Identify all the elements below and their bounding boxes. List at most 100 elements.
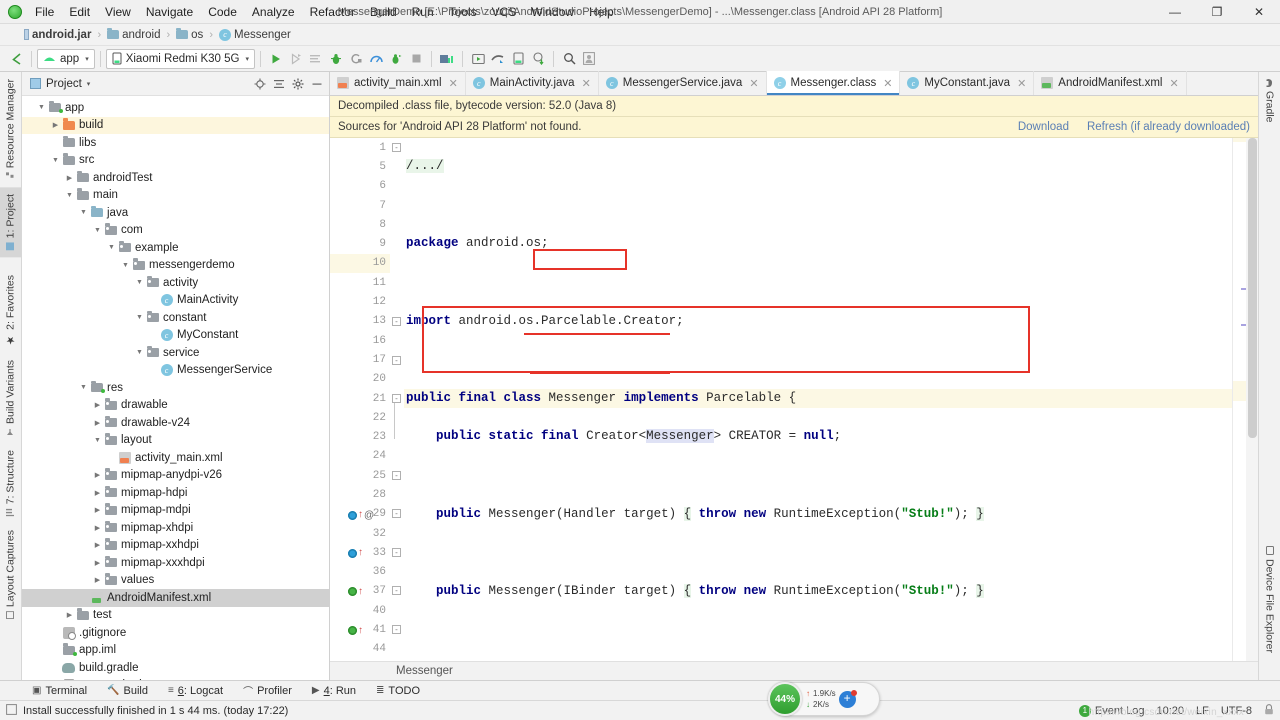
editor-tab-bar[interactable]: activity_main.xml ✕ c MainActivity.java ✕ c Me… bbox=[330, 71, 1258, 96]
sidebar-item-build-variants[interactable]: Build Variants bbox=[0, 353, 21, 443]
editor-tab-myconstant-java[interactable]: c MyConstant.java ✕ bbox=[900, 71, 1035, 95]
override-method-icon[interactable]: ↑ bbox=[358, 625, 363, 636]
apply-changes-icon[interactable] bbox=[286, 49, 306, 69]
fold-toggle[interactable]: - bbox=[392, 625, 401, 634]
menu-navigate[interactable]: Navigate bbox=[139, 2, 200, 22]
bottom-tool-profiler[interactable]: ⌒ Profiler bbox=[233, 683, 302, 699]
minimize-button[interactable]: — bbox=[1154, 0, 1196, 24]
refresh-sources-link[interactable]: Refresh (if already downloaded) bbox=[1087, 121, 1250, 133]
gutter-marker[interactable]: ↑ bbox=[348, 625, 363, 636]
tree-expand-arrow-icon[interactable]: ▼ bbox=[78, 209, 89, 216]
collapse-all-icon[interactable] bbox=[270, 75, 287, 92]
tree-item-service[interactable]: ▼ service bbox=[22, 344, 329, 362]
editor-scrollbar[interactable] bbox=[1246, 138, 1258, 661]
fold-toggle[interactable]: - bbox=[392, 548, 401, 557]
tree-item-messengerdemo[interactable]: ▼ messengerdemo bbox=[22, 257, 329, 275]
tree-item-app-iml[interactable]: app.iml bbox=[22, 642, 329, 660]
tree-expand-arrow-icon[interactable]: ▶ bbox=[92, 524, 103, 532]
fold-toggle[interactable]: - bbox=[392, 317, 401, 326]
bottom-tool-4-run[interactable]: ▶ 4: Run bbox=[302, 685, 366, 697]
project-panel-title[interactable]: Project ▾ bbox=[30, 78, 90, 90]
override-method-icon[interactable]: ↑ bbox=[358, 586, 363, 597]
tree-expand-arrow-icon[interactable]: ▶ bbox=[92, 401, 103, 409]
network-speed-widget[interactable]: 44% ↑ 1.9K/s ↓ 2K/s + bbox=[768, 682, 880, 716]
tree-item-androidmanifest-xml[interactable]: AndroidManifest.xml bbox=[22, 589, 329, 607]
device-manager-icon[interactable] bbox=[508, 49, 528, 69]
menu-help[interactable]: Help bbox=[582, 2, 621, 22]
add-widget-button[interactable]: + bbox=[838, 689, 857, 708]
editor-tab-activity-main-xml[interactable]: activity_main.xml ✕ bbox=[330, 71, 466, 95]
fold-toggle[interactable]: - bbox=[392, 586, 401, 595]
tree-expand-arrow-icon[interactable]: ▼ bbox=[92, 227, 103, 234]
menu-vcs[interactable]: VCS bbox=[485, 2, 524, 22]
tree-item-mainactivity[interactable]: c MainActivity bbox=[22, 292, 329, 310]
tree-expand-arrow-icon[interactable]: ▼ bbox=[78, 384, 89, 391]
run-with-coverage-icon[interactable] bbox=[386, 49, 406, 69]
tree-item-mipmap-xhdpi[interactable]: ▶ mipmap-xhdpi bbox=[22, 519, 329, 537]
tree-item-activity-main-xml[interactable]: activity_main.xml bbox=[22, 449, 329, 467]
fold-toggle[interactable]: - bbox=[392, 471, 401, 480]
encoding-indicator[interactable]: UTF-8 bbox=[1221, 705, 1252, 717]
tree-expand-arrow-icon[interactable]: ▶ bbox=[50, 121, 61, 129]
locate-icon[interactable] bbox=[251, 75, 268, 92]
menu-run[interactable]: Run bbox=[405, 2, 441, 22]
line-separator-indicator[interactable]: LF bbox=[1196, 705, 1209, 717]
fold-toggle[interactable]: - bbox=[392, 143, 401, 152]
tree-item-mipmap-xxhdpi[interactable]: ▶ mipmap-xxhdpi bbox=[22, 537, 329, 555]
sdk-update-icon[interactable] bbox=[528, 49, 548, 69]
tree-expand-arrow-icon[interactable]: ▶ bbox=[92, 471, 103, 479]
fold-toggle[interactable]: - bbox=[392, 509, 401, 518]
tree-expand-arrow-icon[interactable]: ▼ bbox=[50, 157, 61, 164]
menu-edit[interactable]: Edit bbox=[62, 2, 97, 22]
module-selector[interactable]: app ▾ bbox=[37, 48, 95, 69]
tree-item-src[interactable]: ▼ src bbox=[22, 152, 329, 170]
tree-expand-arrow-icon[interactable]: ▼ bbox=[106, 244, 117, 251]
profiler-icon[interactable] bbox=[366, 49, 386, 69]
tree-item-activity[interactable]: ▼ activity bbox=[22, 274, 329, 292]
breadcrumb-item-messenger[interactable]: c Messenger bbox=[217, 28, 293, 42]
breadcrumb-item-os[interactable]: os bbox=[174, 27, 205, 42]
breakpoint-icon[interactable] bbox=[348, 626, 357, 635]
fold-toggle[interactable]: - bbox=[392, 356, 401, 365]
fold-toggle[interactable]: - bbox=[392, 394, 401, 403]
user-icon[interactable] bbox=[579, 49, 599, 69]
apply-code-changes-icon[interactable] bbox=[306, 49, 326, 69]
tree-item--gitignore[interactable]: .gitignore bbox=[22, 624, 329, 642]
tree-expand-arrow-icon[interactable]: ▼ bbox=[134, 279, 145, 286]
breakpoint-icon[interactable] bbox=[348, 587, 357, 597]
tree-item-test[interactable]: ▶ test bbox=[22, 607, 329, 625]
event-log-button[interactable]: 1 Event Log bbox=[1078, 704, 1144, 717]
tree-item-constant[interactable]: ▼ constant bbox=[22, 309, 329, 327]
tree-item-mipmap-xxxhdpi[interactable]: ▶ mipmap-xxxhdpi bbox=[22, 554, 329, 572]
bottom-tool-6-logcat[interactable]: ≡ 6: Logcat bbox=[158, 685, 233, 697]
debug-icon[interactable] bbox=[326, 49, 346, 69]
close-tab-icon[interactable]: ✕ bbox=[1017, 77, 1026, 90]
sidebar-item-device-file-explorer[interactable]: Device File Explorer bbox=[1260, 539, 1280, 660]
close-tab-icon[interactable]: ✕ bbox=[883, 77, 892, 90]
menu-tools[interactable]: Tools bbox=[442, 2, 484, 22]
close-tab-icon[interactable]: ✕ bbox=[449, 77, 458, 90]
menu-refactor[interactable]: Refactor bbox=[303, 2, 362, 22]
code-folding-column[interactable]: - - - - - - - - - - bbox=[390, 138, 404, 661]
tree-expand-arrow-icon[interactable]: ▶ bbox=[92, 506, 103, 514]
sidebar-item-project[interactable]: 1: Project bbox=[0, 187, 21, 258]
tree-expand-arrow-icon[interactable]: ▶ bbox=[92, 489, 103, 497]
breakpoint-icon[interactable] bbox=[348, 510, 357, 520]
tree-expand-arrow-icon[interactable]: ▼ bbox=[36, 104, 47, 111]
tree-item-build[interactable]: ▶ build bbox=[22, 116, 329, 134]
tree-item-build-gradle[interactable]: build.gradle bbox=[22, 659, 329, 677]
tree-expand-arrow-icon[interactable]: ▶ bbox=[64, 611, 75, 619]
stop-icon[interactable] bbox=[406, 49, 426, 69]
code-text[interactable]: /.../ package android.os; import android… bbox=[404, 138, 1258, 661]
sidebar-item-resource-manager[interactable]: Resource Manager bbox=[0, 72, 21, 187]
close-tab-icon[interactable]: ✕ bbox=[749, 77, 758, 90]
search-icon[interactable] bbox=[559, 49, 579, 69]
tree-item-androidtest[interactable]: ▶ androidTest bbox=[22, 169, 329, 187]
menu-window[interactable]: Window bbox=[524, 2, 581, 22]
tree-item-layout[interactable]: ▼ layout bbox=[22, 432, 329, 450]
run-icon[interactable] bbox=[266, 49, 286, 69]
gutter-marker[interactable]: ↑ @ bbox=[348, 510, 374, 521]
close-tab-icon[interactable]: ✕ bbox=[1169, 77, 1178, 90]
editor-tab-messenger-class[interactable]: c Messenger.class ✕ bbox=[766, 71, 901, 95]
sidebar-item-favorites[interactable]: ★ 2: Favorites bbox=[0, 268, 21, 353]
